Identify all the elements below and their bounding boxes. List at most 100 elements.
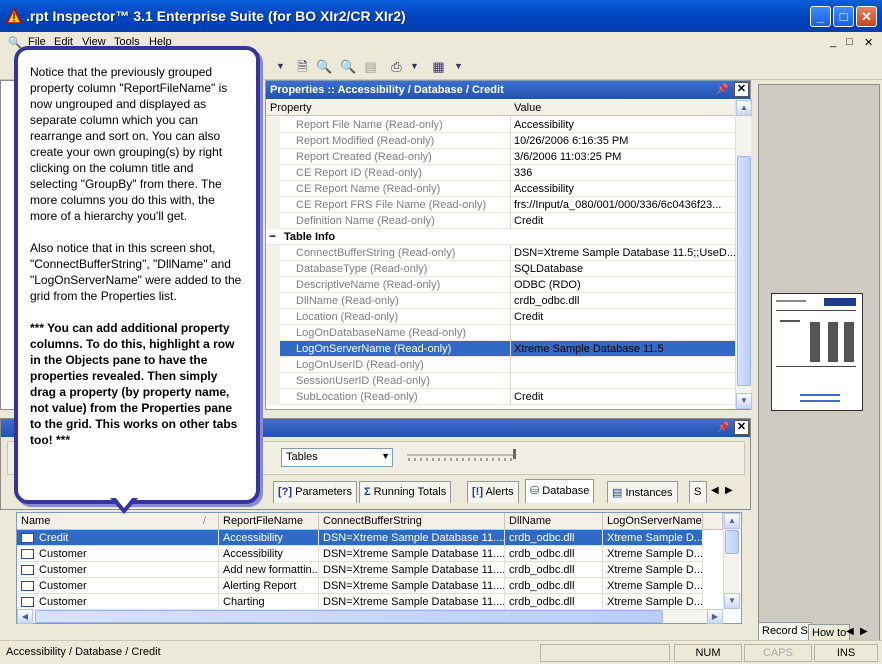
scroll-thumb[interactable] [737,156,751,386]
property-name[interactable]: LogOnDatabaseName (Read-only) [296,327,466,339]
mid-close-button[interactable]: ✕ [734,420,749,435]
property-row[interactable]: DescriptiveName (Read-only) ODBC (RDO) [266,277,736,293]
property-row[interactable]: LogOnUserID (Read-only) [266,357,736,373]
minimize-button[interactable]: _ [810,6,831,27]
property-name[interactable]: SubLocation (Read-only) [296,391,418,403]
property-row[interactable]: LogOnServerName (Read-only) Xtreme Sample… [266,341,736,357]
table-cell-reportfilename: Alerting Report [219,578,319,594]
property-name[interactable]: LogOnServerName (Read-only) [296,343,451,355]
category-row-table-info[interactable]: − Table Info [266,229,736,245]
property-name[interactable]: CE Report ID (Read-only) [296,167,422,179]
property-name[interactable]: LogOnUserID (Read-only) [296,359,424,371]
property-name[interactable]: Report Created (Read-only) [296,151,432,163]
tab-parameters[interactable]: [?] Parameters [273,481,357,503]
maximize-button[interactable]: □ [833,6,854,27]
grid-horizontal-scrollbar[interactable]: ◀ ▶ [17,609,723,624]
close-button[interactable]: ✕ [856,6,877,27]
pin-icon[interactable]: 📌 [716,84,728,95]
grid-header-logonservername[interactable]: LogOnServerName [603,513,703,530]
mdi-minimize-button[interactable]: _ [830,36,836,48]
tab-alerts[interactable]: [!] Alerts [467,481,519,503]
grid-scroll-right-button[interactable]: ▶ [707,609,723,624]
zoom-slider[interactable] [407,449,517,463]
grid-scroll-left-button[interactable]: ◀ [17,609,33,624]
select-arrow-icon[interactable]: ▼ [381,451,390,461]
value-column-header[interactable]: Value [514,102,541,114]
grid-scroll-down-button[interactable]: ▼ [724,593,740,609]
grid-header-dllname[interactable]: DllName [505,513,603,530]
tab-more[interactable]: S [689,481,707,503]
report-thumbnail[interactable] [771,293,863,411]
property-row[interactable]: CE Report ID (Read-only) 336 [266,165,736,181]
property-name[interactable]: Location (Read-only) [296,311,398,323]
grid-header-name[interactable]: Name / [17,513,219,530]
table-cell-dllname: crdb_odbc.dll [505,562,603,578]
property-name[interactable]: Report Modified (Read-only) [296,135,434,147]
property-row[interactable]: SubLocation (Read-only) Credit [266,389,736,405]
grid-scroll-thumb[interactable] [725,530,739,554]
layout-icon[interactable]: ▦ [430,58,447,75]
property-row[interactable]: LogOnDatabaseName (Read-only) [266,325,736,341]
property-row[interactable]: Report Modified (Read-only) 10/26/2006 6:… [266,133,736,149]
scroll-down-button[interactable]: ▼ [736,393,752,409]
table-row[interactable]: Customer Alerting Report DSN=Xtreme Sample… [17,578,723,594]
column-separator [510,261,511,277]
menu-doc-icon[interactable]: 🔍 [8,36,22,49]
object-type-select[interactable]: Tables ▼ [281,448,393,467]
mdi-close-button[interactable]: ✕ [864,36,873,49]
grid-header-reportfilename[interactable]: ReportFileName [219,513,319,530]
property-column-header[interactable]: Property [270,102,312,114]
property-row[interactable]: ConnectBufferString (Read-only) DSN=Xtrem… [266,245,736,261]
export-icon[interactable]: ▤ [362,58,379,75]
property-name[interactable]: ConnectBufferString (Read-only) [296,247,455,259]
zoom-out-icon[interactable]: 🔍 [340,58,357,75]
tab-scroll-left-icon[interactable]: ◀ [846,626,854,637]
tab-running-totals[interactable]: Σ Running Totals [359,481,452,503]
page-icon[interactable]: 🗎 [294,58,311,75]
property-row[interactable]: CE Report Name (Read-only) Accessibility [266,181,736,197]
property-name[interactable]: Definition Name (Read-only) [296,215,435,227]
property-value: crdb_odbc.dll [514,295,580,307]
property-name[interactable]: DescriptiveName (Read-only) [296,279,440,291]
grid-hscroll-thumb[interactable] [35,610,663,623]
grid-header-connectbufferstring[interactable]: ConnectBufferString [319,513,505,530]
property-row[interactable]: CE Report FRS File Name (Read-only) frs:/… [266,197,736,213]
mid-pin-icon[interactable]: 📌 [717,422,729,433]
table-row[interactable]: Customer Charting DSN=Xtreme Sample Databa… [17,594,723,610]
dropdown-arrow-icon[interactable]: ▼ [272,58,289,75]
property-row[interactable]: Definition Name (Read-only) Credit [266,213,736,229]
properties-close-button[interactable]: ✕ [734,82,749,97]
property-name[interactable]: DllName (Read-only) [296,295,399,307]
scroll-up-button[interactable]: ▲ [736,100,752,116]
property-row[interactable]: SessionUserID (Read-only) [266,373,736,389]
property-name[interactable]: SessionUserID (Read-only) [296,375,430,387]
property-name[interactable]: CE Report Name (Read-only) [296,183,440,195]
collapse-toggle-icon[interactable]: − [269,229,276,243]
print-icon[interactable]: ⎙ [388,58,405,75]
mdi-restore-button[interactable]: □ [846,36,853,48]
property-row[interactable]: DllName (Read-only) crdb_odbc.dll [266,293,736,309]
table-row[interactable]: Customer Add new formattin... DSN=Xtreme S… [17,562,723,578]
layout-dropdown-icon[interactable]: ▼ [450,58,467,75]
tabs-scroll-right-icon[interactable]: ▶ [725,485,733,496]
print-dropdown-icon[interactable]: ▼ [406,58,423,75]
status-ins: INS [814,644,878,662]
table-row[interactable]: Credit Accessibility DSN=Xtreme Sample Dat… [17,530,723,546]
grid-scroll-up-button[interactable]: ▲ [724,513,740,529]
properties-scrollbar[interactable]: ▲ ▼ [735,100,752,409]
tabs-scroll-left-icon[interactable]: ◀ [711,485,719,496]
property-name[interactable]: CE Report FRS File Name (Read-only) [296,199,486,211]
property-row[interactable]: Report Created (Read-only) 3/6/2006 11:03… [266,149,736,165]
property-name[interactable]: Report File Name (Read-only) [296,119,443,131]
grid-vertical-scrollbar[interactable]: ▲ ▼ [723,513,740,609]
tab-record-selection[interactable]: Record S [758,622,812,642]
tab-instances[interactable]: ▤ Instances [607,481,678,503]
property-row[interactable]: Report File Name (Read-only) Accessibilit… [266,117,736,133]
property-row[interactable]: Location (Read-only) Credit [266,309,736,325]
property-name[interactable]: DatabaseType (Read-only) [296,263,427,275]
table-row[interactable]: Customer Accessibility DSN=Xtreme Sample D… [17,546,723,562]
tab-database[interactable]: ⛁ Database [525,479,595,503]
zoom-in-icon[interactable]: 🔍 [316,58,333,75]
tab-scroll-right-icon[interactable]: ▶ [860,626,868,637]
property-row[interactable]: DatabaseType (Read-only) SQLDatabase [266,261,736,277]
